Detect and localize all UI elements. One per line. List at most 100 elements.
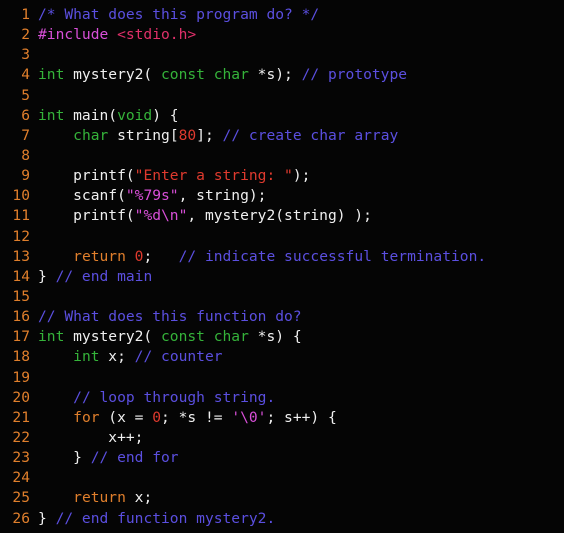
line-number: 25: [12, 489, 30, 507]
line-number: 5: [21, 86, 30, 104]
line-code: printf("%d\n", mystery2(string) );: [38, 206, 564, 226]
token-plain: , mystery2(string) );: [187, 207, 372, 225]
line-number: 1: [21, 6, 30, 23]
token-kw-ctrl: return: [73, 489, 126, 507]
code-line[interactable]: 20 // loop through string.: [0, 388, 564, 408]
line-number: 19: [12, 368, 30, 386]
line-code: int mystery2( const char *s) {: [38, 327, 564, 347]
line-code: int mystery2( const char *s); // prototy…: [38, 65, 564, 85]
line-code: } // end for: [38, 448, 564, 468]
token-cm: /* What does this program do? */: [38, 6, 320, 23]
code-line[interactable]: 16 // What does this function do?: [0, 307, 564, 327]
line-code: char string[80]; // create char array: [38, 126, 564, 146]
code-line[interactable]: 7 char string[80]; // create char array: [0, 126, 564, 146]
token-cm: // What does this function do?: [38, 308, 302, 326]
line-number: 15: [12, 287, 30, 305]
code-line[interactable]: 13 return 0; // indicate successful term…: [0, 247, 564, 267]
code-line[interactable]: 19: [0, 368, 564, 388]
line-number: 22: [12, 428, 30, 446]
line-number: 17: [12, 328, 30, 346]
code-line[interactable]: 18 int x; // counter: [0, 347, 564, 367]
line-number: 26: [12, 509, 30, 527]
line-number: 20: [12, 388, 30, 406]
line-number: 8: [21, 146, 30, 164]
token-plain: ];: [196, 126, 223, 144]
code-line[interactable]: 1 /* What does this program do? */: [0, 5, 564, 25]
token-plain: }: [38, 509, 56, 527]
code-line[interactable]: 10 scanf("%79s", string);: [0, 186, 564, 206]
token-plain: ) {: [152, 106, 179, 124]
token-inc: <stdio.h>: [117, 26, 197, 44]
code-line[interactable]: 14} // end main: [0, 267, 564, 287]
line-code: for (x = 0; *s != '\0'; s++) {: [38, 408, 564, 428]
line-code: } // end function mystery2.: [38, 509, 564, 529]
code-line[interactable]: 8: [0, 146, 564, 166]
code-line[interactable]: 21 for (x = 0; *s != '\0'; s++) {: [0, 408, 564, 428]
token-kw-type: int: [38, 328, 65, 346]
line-number: 18: [12, 348, 30, 366]
line-code: /* What does this program do? */: [38, 5, 564, 25]
line-code: int x; // counter: [38, 347, 564, 367]
token-kw-type: int: [38, 66, 65, 84]
code-line[interactable]: 9 printf("Enter a string: ");: [0, 166, 564, 186]
token-plain: *s);: [248, 66, 302, 84]
token-plain: ; *s !=: [161, 408, 232, 426]
line-number: 9: [21, 167, 30, 185]
code-line[interactable]: 5: [0, 86, 564, 106]
code-line[interactable]: 26 } // end function mystery2.: [0, 509, 564, 529]
token-fmt: "%d\n": [134, 207, 188, 225]
token-plain: (x =: [99, 408, 153, 426]
token-plain: string[: [108, 126, 179, 144]
token-cm: // loop through string.: [73, 388, 276, 406]
code-line[interactable]: 25 return x;: [0, 488, 564, 508]
token-pp: #include: [38, 26, 118, 44]
code-line[interactable]: 22 x++;: [0, 428, 564, 448]
code-line[interactable]: 4 int mystery2( const char *s); // protot…: [0, 65, 564, 85]
token-plain: );: [292, 167, 311, 185]
code-line[interactable]: 6 int main(void) {: [0, 106, 564, 126]
line-code: // What does this function do?: [38, 307, 564, 327]
token-str: "Enter a string: ": [134, 167, 293, 185]
code-line[interactable]: 17 int mystery2( const char *s) {: [0, 327, 564, 347]
line-number: 16: [12, 308, 30, 326]
token-kw-type: int: [73, 348, 100, 366]
token-num: 0: [152, 408, 162, 426]
code-line[interactable]: 12: [0, 227, 564, 247]
code-line[interactable]: 11 printf("%d\n", mystery2(string) );: [0, 206, 564, 226]
line-number: 14: [12, 267, 30, 285]
token-plain: }: [38, 449, 91, 467]
line-number: 21: [12, 408, 30, 426]
line-code: int main(void) {: [38, 106, 564, 126]
token-plain: }: [38, 267, 56, 285]
code-line[interactable]: 24: [0, 468, 564, 488]
code-line[interactable]: 2 #include <stdio.h>: [0, 25, 564, 45]
code-line[interactable]: 23 } // end for: [0, 448, 564, 468]
code-line[interactable]: 3: [0, 45, 564, 65]
token-cm: // end main: [55, 267, 153, 285]
line-number: 11: [12, 207, 30, 225]
code-editor[interactable]: 1 /* What does this program do? */ 2 #inclu…: [0, 0, 564, 533]
code-line[interactable]: 15: [0, 287, 564, 307]
token-plain: , string);: [178, 187, 267, 205]
line-code: return 0; // indicate successful termina…: [38, 247, 564, 267]
token-plain: *s) {: [248, 328, 302, 346]
line-number: 3: [21, 46, 30, 64]
line-number: 13: [12, 247, 30, 265]
token-plain: scanf(: [38, 187, 126, 205]
token-plain: x;: [99, 348, 135, 366]
line-code: #include <stdio.h>: [38, 25, 564, 45]
token-plain: ; s++) {: [266, 408, 337, 426]
